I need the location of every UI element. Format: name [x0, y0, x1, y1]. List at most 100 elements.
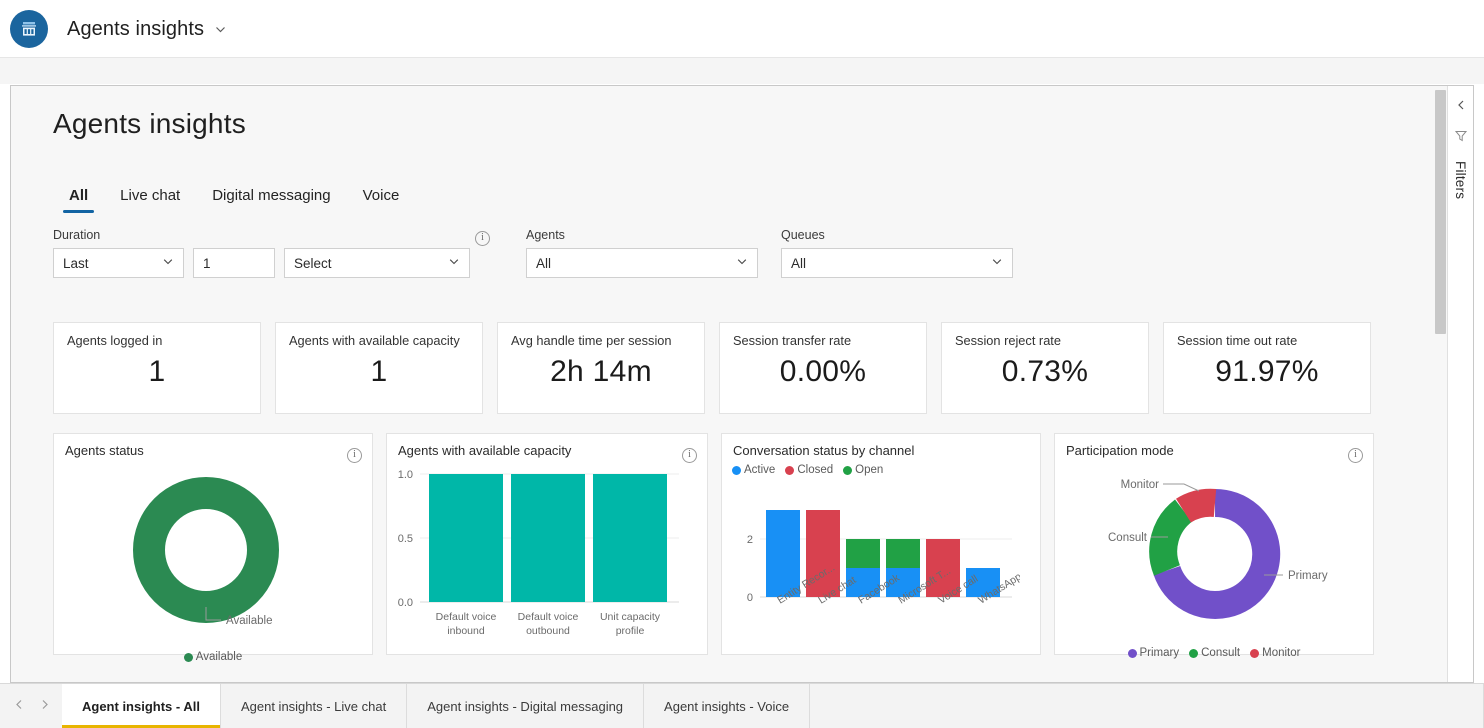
info-icon[interactable]: i [1348, 444, 1363, 463]
kpi-value: 1 [148, 355, 166, 388]
available-capacity-bar-chart: 1.0 0.5 0.0 Default voice inbound Defaul… [398, 469, 679, 637]
legend-item-consult[interactable]: Consult [1189, 647, 1240, 659]
duration-filter-group: Duration i Last 1 Select [53, 228, 490, 278]
conversation-status-chart-body: Active Closed Open 2 0 Entity Recor... L… [722, 462, 1040, 654]
panel-scroll-area: Agents insights All Live chat Digital me… [11, 86, 1436, 682]
duration-label: Duration [53, 228, 101, 242]
app-title: Agents insights [67, 17, 205, 40]
tab-voice[interactable]: Voice [347, 183, 416, 213]
conversation-status-stacked-bar-chart: 2 0 Entity Recor... Live chat Facebook M… [747, 510, 1024, 607]
chevron-down-icon [448, 256, 460, 271]
agents-label: Agents [526, 228, 565, 242]
bottom-tab-agent-insights-all[interactable]: Agent insights - All [62, 684, 221, 728]
svg-text:1.0: 1.0 [398, 469, 413, 481]
kpi-card-row: Agents logged in 1 Agents with available… [53, 322, 1371, 414]
chevron-down-icon [736, 256, 748, 271]
kpi-session-reject-rate[interactable]: Session reject rate 0.73% [941, 322, 1149, 414]
svg-text:profile: profile [616, 625, 645, 637]
scrollbar-thumb[interactable] [1435, 90, 1446, 334]
chevron-left-icon[interactable] [1455, 98, 1467, 116]
duration-unit-value: Select [294, 255, 332, 271]
kpi-value: 0.73% [1001, 355, 1089, 388]
agents-select[interactable]: All [526, 248, 758, 278]
dynamics-app-icon [10, 10, 48, 48]
chart-title: Participation mode [1066, 443, 1174, 458]
queues-value: All [791, 255, 807, 271]
kpi-agents-with-available-capacity[interactable]: Agents with available capacity 1 [275, 322, 483, 414]
queues-select[interactable]: All [781, 248, 1013, 278]
agents-filter-group: Agents All [526, 228, 761, 278]
info-icon[interactable]: i [347, 444, 362, 463]
svg-text:Default voice: Default voice [518, 611, 579, 623]
page-title: Agents insights [53, 108, 246, 139]
kpi-agents-logged-in[interactable]: Agents logged in 1 [53, 322, 261, 414]
info-icon[interactable]: i [682, 444, 697, 463]
tab-live-chat[interactable]: Live chat [104, 183, 196, 213]
svg-text:0.0: 0.0 [398, 597, 413, 609]
legend-item-active[interactable]: Active [732, 464, 775, 476]
svg-text:2: 2 [747, 534, 753, 546]
chart-card-row: Agents status i Available Available Agen… [53, 433, 1374, 663]
app-root: Agents insights Agents insights All Live… [0, 0, 1484, 728]
kpi-title: Avg handle time per session [511, 333, 672, 348]
kpi-session-transfer-rate[interactable]: Session transfer rate 0.00% [719, 322, 927, 414]
chevron-left-icon[interactable] [14, 697, 25, 715]
vertical-scrollbar[interactable] [1434, 86, 1447, 682]
kpi-value: 91.97% [1215, 355, 1319, 388]
chevron-right-icon[interactable] [39, 697, 50, 715]
legend-item-available[interactable]: Available [183, 651, 242, 663]
chart-title: Agents status [65, 443, 144, 458]
donut-callout-label: Available [226, 615, 272, 627]
chart-card-agents-status[interactable]: Agents status i Available Available [53, 433, 373, 663]
kpi-avg-handle-time-per-session[interactable]: Avg handle time per session 2h 14m [497, 322, 705, 414]
legend-label: Primary [1139, 647, 1180, 659]
svg-text:Unit capacity: Unit capacity [600, 611, 661, 623]
chart-title: Conversation status by channel [733, 443, 915, 458]
chevron-down-icon[interactable] [214, 23, 227, 36]
tab-all[interactable]: All [53, 183, 104, 213]
kpi-title: Session time out rate [1177, 333, 1298, 348]
filters-rail-label[interactable]: Filters [1453, 161, 1468, 199]
kpi-title: Agents with available capacity [289, 333, 460, 348]
chevron-down-icon [991, 256, 1003, 271]
main-panel: Agents insights All Live chat Digital me… [10, 85, 1474, 683]
app-header: Agents insights [0, 0, 1484, 58]
duration-amount-input[interactable]: 1 [193, 248, 275, 278]
duration-info-icon[interactable]: i [475, 227, 490, 246]
legend-item-closed[interactable]: Closed [785, 464, 833, 476]
agents-value: All [536, 255, 552, 271]
legend-item-monitor[interactable]: Monitor [1250, 647, 1300, 659]
tab-digital-messaging[interactable]: Digital messaging [196, 183, 346, 213]
donut-callout-primary: Primary [1288, 570, 1328, 582]
filter-funnel-icon[interactable] [1454, 129, 1468, 148]
participation-mode-donut: Monitor Consult Primary [1108, 479, 1328, 619]
bottom-tab-agent-insights-digital-messaging[interactable]: Agent insights - Digital messaging [407, 684, 645, 728]
legend-item-primary[interactable]: Primary [1127, 647, 1180, 659]
legend-item-open[interactable]: Open [843, 464, 883, 476]
duration-relative-select[interactable]: Last [53, 248, 184, 278]
conversation-status-legend: Active Closed Open [722, 464, 1040, 476]
filter-bar: Duration i Last 1 Select Agents All Queu… [53, 228, 1053, 284]
kpi-title: Session reject rate [955, 333, 1061, 348]
chart-card-agents-with-available-capacity[interactable]: Agents with available capacity i 1.0 0.5… [386, 433, 708, 655]
chart-card-participation-mode[interactable]: Participation mode i Monitor Consult Pri… [1054, 433, 1374, 659]
participation-mode-chart-body: Monitor Consult Primary Primary Consult … [1055, 462, 1373, 659]
legend-label: Open [855, 464, 884, 476]
agents-status-donut: Available [133, 477, 279, 627]
svg-text:inbound: inbound [447, 625, 485, 637]
legend-label: Consult [1201, 647, 1241, 659]
legend-label: Closed [797, 464, 834, 476]
legend-label: Active [744, 464, 776, 476]
duration-amount-value: 1 [203, 255, 211, 271]
chart-card-conversation-status-by-channel[interactable]: Conversation status by channel Active Cl… [721, 433, 1041, 655]
kpi-title: Agents logged in [67, 333, 163, 348]
bottom-session-tab-bar: Agent insights - All Agent insights - Li… [0, 683, 1484, 728]
bottom-tab-agent-insights-live-chat[interactable]: Agent insights - Live chat [220, 684, 408, 728]
kpi-value: 1 [370, 355, 388, 388]
svg-text:0.5: 0.5 [398, 533, 413, 545]
header-strip [0, 58, 1484, 84]
bottom-tab-agent-insights-voice[interactable]: Agent insights - Voice [644, 684, 811, 728]
chevron-down-icon [162, 256, 174, 271]
duration-unit-select[interactable]: Select [284, 248, 470, 278]
kpi-session-time-out-rate[interactable]: Session time out rate 91.97% [1163, 322, 1371, 414]
